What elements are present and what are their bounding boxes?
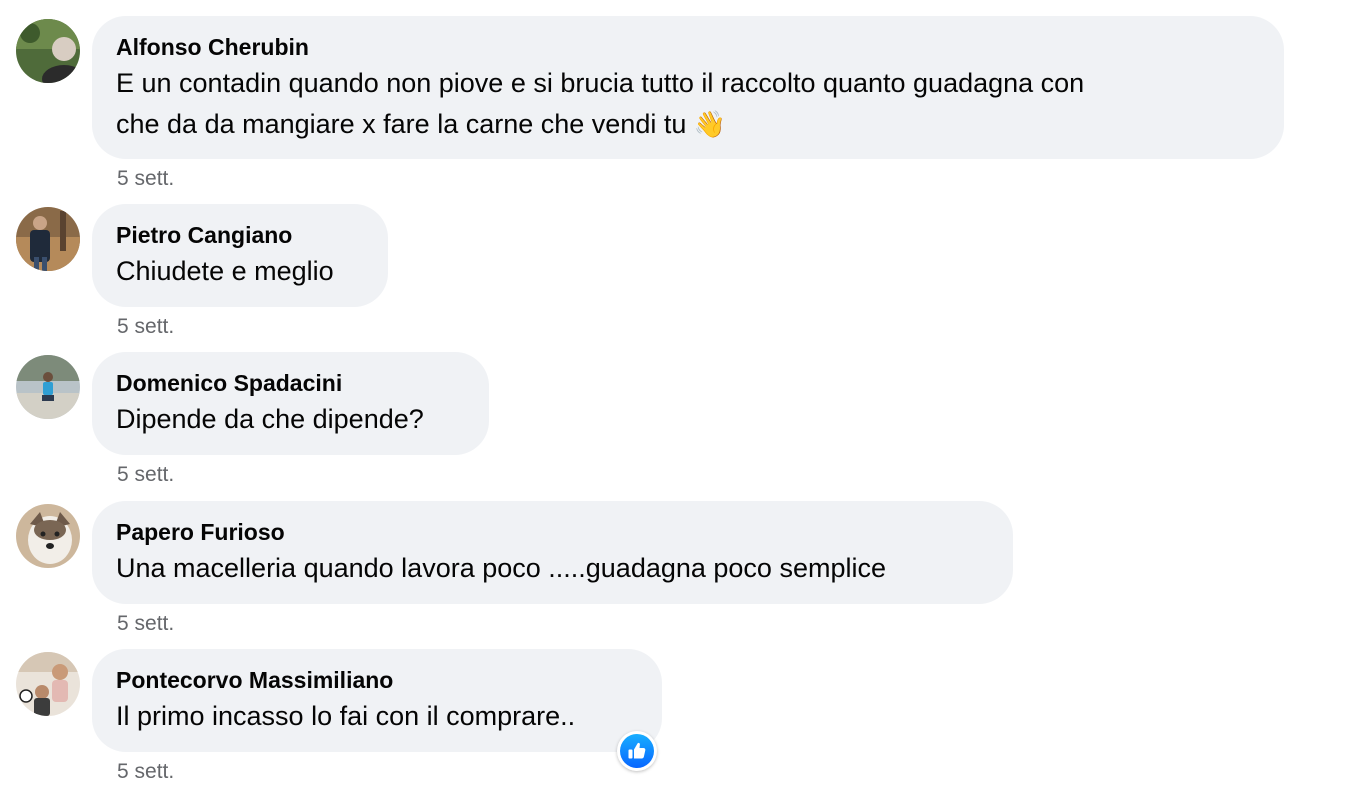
comment-timestamp[interactable]: 5 sett. — [117, 166, 174, 192]
profile-photo-icon — [16, 355, 80, 419]
profile-photo-icon — [16, 19, 80, 83]
comment-bubble: Pietro Cangiano Chiudete e meglio — [92, 204, 388, 307]
profile-photo-icon — [16, 504, 80, 568]
comment-bubble: Alfonso Cherubin E un contadin quando no… — [92, 16, 1284, 159]
comment-text: Una macelleria quando lavora poco .....g… — [116, 553, 886, 583]
comment-text: Chiudete e meglio — [116, 256, 334, 286]
comment-text: E un contadin quando non piove e si bruc… — [116, 63, 1260, 145]
comment-timestamp[interactable]: 5 sett. — [117, 314, 174, 340]
comment-author[interactable]: Domenico Spadacini — [116, 367, 465, 399]
comment-timestamp[interactable]: 5 sett. — [117, 611, 174, 637]
avatar[interactable] — [16, 19, 80, 83]
like-icon — [628, 742, 646, 759]
comment-author[interactable]: Pontecorvo Massimiliano — [116, 664, 638, 696]
avatar[interactable] — [16, 504, 80, 568]
comment-timestamp[interactable]: 5 sett. — [117, 462, 174, 488]
like-reaction-circle — [620, 734, 654, 768]
comment-bubble: Pontecorvo Massimiliano Il primo incasso… — [92, 649, 662, 752]
comment-author[interactable]: Pietro Cangiano — [116, 219, 364, 251]
profile-photo-icon — [16, 652, 80, 716]
like-reaction-badge[interactable] — [617, 731, 657, 771]
profile-photo-icon — [16, 207, 80, 271]
comment-text-segment: che da da mangiare x fare la carne che v… — [116, 109, 687, 139]
comment-author[interactable]: Alfonso Cherubin — [116, 31, 1260, 63]
comment-text-line: E un contadin quando non piove e si bruc… — [116, 68, 1085, 98]
avatar[interactable] — [16, 355, 80, 419]
comment-author[interactable]: Papero Furioso — [116, 516, 989, 548]
comment-text-line: che da da mangiare x fare la carne che v… — [116, 104, 1260, 145]
avatar[interactable] — [16, 652, 80, 716]
comment-bubble: Papero Furioso Una macelleria quando lav… — [92, 501, 1013, 604]
comment-bubble: Domenico Spadacini Dipende da che dipend… — [92, 352, 489, 455]
comment-text: Dipende da che dipende? — [116, 404, 424, 434]
comment-text: Il primo incasso lo fai con il comprare.… — [116, 701, 576, 731]
comment-timestamp[interactable]: 5 sett. — [117, 759, 174, 785]
avatar[interactable] — [16, 207, 80, 271]
waving-hand-emoji: 👋 — [693, 109, 727, 139]
